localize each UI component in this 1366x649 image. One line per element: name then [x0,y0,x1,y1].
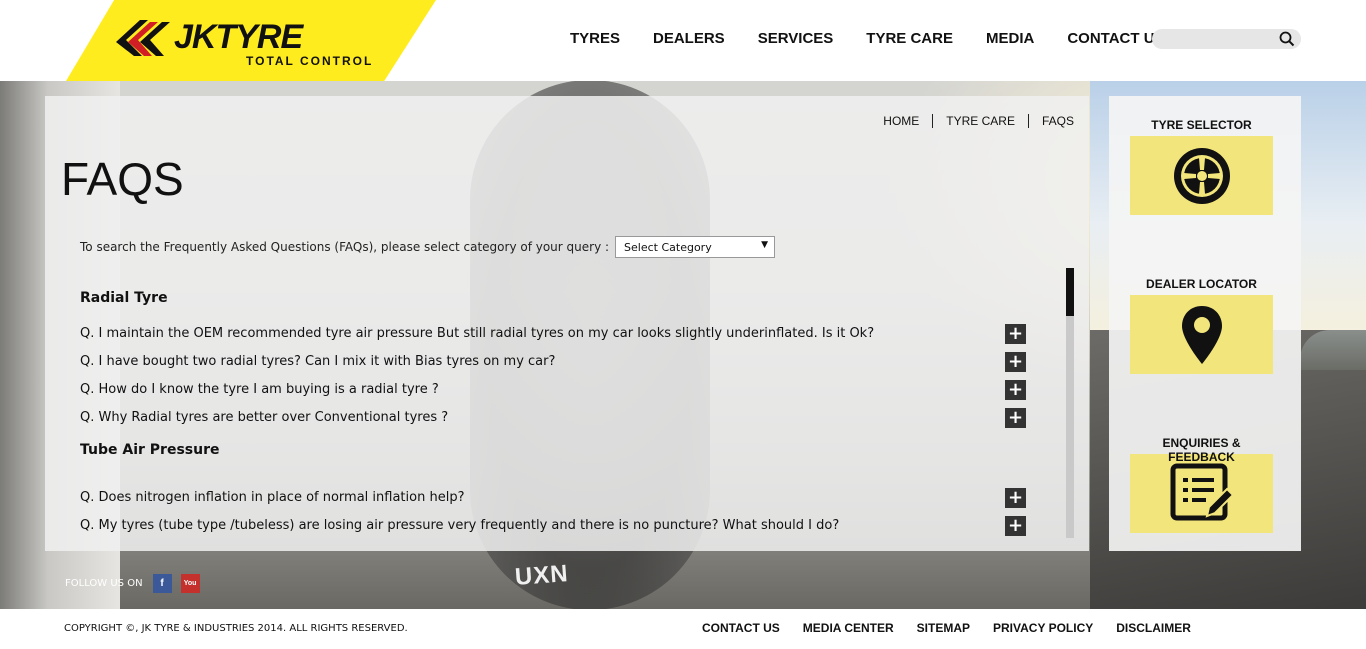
logo[interactable]: JKTYRE TOTAL CONTROL [66,0,436,81]
quick-links-panel: TYRE SELECTOR DEALER LOCATOR ENQUIRIES &… [1109,96,1301,551]
footer-link-privacy-policy[interactable]: PRIVACY POLICY [993,621,1093,635]
nav-item-contact-us[interactable]: CONTACT US [1067,30,1164,47]
search-input[interactable] [1162,31,1274,47]
faq-question-text: Q. Why Radial tyres are better over Conv… [80,410,449,425]
dropdown-arrow-icon: ▼ [761,240,769,250]
footer-link-sitemap[interactable]: SITEMAP [917,621,970,635]
breadcrumb-home[interactable]: HOME [870,114,934,128]
category-select[interactable]: Select Category ▼ [615,236,776,258]
scrollbar-thumb[interactable] [1066,268,1074,316]
faq-category-search: To search the Frequently Asked Questions… [80,236,776,258]
search-box [1152,29,1301,49]
copyright-text: COPYRIGHT ©, JK TYRE & INDUSTRIES 2014. … [64,623,408,634]
faq-question[interactable]: Q. How do I know the tyre I am buying is… [80,376,1030,404]
faq-question-text: Q. My tyres (tube type /tubeless) are lo… [80,518,840,533]
footer-link-contact-us[interactable]: CONTACT US [702,621,780,635]
footer-link-disclaimer[interactable]: DISCLAIMER [1116,621,1191,635]
faq-list: Radial Tyre Q. I maintain the OEM recomm… [80,280,1030,540]
nav-item-dealers[interactable]: DEALERS [653,30,725,47]
faq-panel: HOME TYRE CARE FAQS FAQS To search the F… [45,96,1089,551]
faq-question-text: Q. Does nitrogen inflation in place of n… [80,490,465,505]
tyre-selector-title: TYRE SELECTOR [1151,118,1252,132]
nav-item-tyres[interactable]: TYRES [570,30,620,47]
main-nav: TYRES DEALERS SERVICES TYRE CARE MEDIA C… [570,30,1198,47]
breadcrumb-faqs[interactable]: FAQS [1029,114,1074,128]
expand-plus-icon[interactable]: + [1005,352,1026,372]
enquiries-feedback-title: ENQUIRIES & FEEDBACK [1162,436,1241,464]
expand-plus-icon[interactable]: + [1005,324,1026,344]
follow-us: FOLLOW US ON f You [65,574,200,593]
site-footer: COPYRIGHT ©, JK TYRE & INDUSTRIES 2014. … [0,609,1366,649]
faq-question[interactable]: Q. Why Radial tyres are better over Conv… [80,404,1030,432]
nav-item-tyre-care[interactable]: TYRE CARE [866,30,953,47]
location-pin-icon [1181,305,1222,364]
dealer-locator-title: DEALER LOCATOR [1146,277,1257,291]
jk-logo-mark-icon [116,20,170,56]
faq-section-title: Tube Air Pressure [80,442,220,458]
youtube-icon[interactable]: You [180,574,200,593]
background-tyre-label: UXN [514,560,570,591]
faq-question[interactable]: Q. I have bought two radial tyres? Can I… [80,348,1030,376]
category-prompt: To search the Frequently Asked Questions… [80,240,610,254]
faq-scrollbar[interactable] [1066,268,1074,538]
footer-links: CONTACT US MEDIA CENTER SITEMAP PRIVACY … [702,621,1214,635]
faq-section-title: Radial Tyre [80,290,168,306]
facebook-icon[interactable]: f [152,574,172,593]
expand-plus-icon[interactable]: + [1005,516,1026,536]
feedback-form-icon [1170,463,1234,520]
tyre-selector-widget[interactable]: TYRE SELECTOR [1130,118,1273,215]
nav-item-media[interactable]: MEDIA [986,30,1034,47]
expand-plus-icon[interactable]: + [1005,408,1026,428]
search-icon[interactable] [1279,31,1295,47]
faq-question[interactable]: Q. I maintain the OEM recommended tyre a… [80,320,1030,348]
tyre-selector-button[interactable] [1130,136,1273,215]
dealer-locator-button[interactable] [1130,295,1273,374]
enquiries-feedback-widget[interactable]: ENQUIRIES & FEEDBACK [1130,436,1273,533]
logo-text: JKTYRE [174,18,303,56]
faq-question-text: Q. How do I know the tyre I am buying is… [80,382,439,397]
enquiries-feedback-button[interactable] [1130,454,1273,533]
faq-question[interactable]: Q. Does nitrogen inflation in place of n… [80,484,1030,512]
site-header: JKTYRE TOTAL CONTROL TYRES DEALERS SERVI… [0,0,1366,81]
faq-question-text: Q. I maintain the OEM recommended tyre a… [80,326,875,341]
page-title: FAQS [61,153,184,205]
category-select-value: Select Category [624,241,712,254]
nav-item-services[interactable]: SERVICES [758,30,834,47]
breadcrumb-tyre-care[interactable]: TYRE CARE [933,114,1029,128]
faq-question-text: Q. I have bought two radial tyres? Can I… [80,354,556,369]
breadcrumb: HOME TYRE CARE FAQS [870,114,1074,128]
dealer-locator-widget[interactable]: DEALER LOCATOR [1130,277,1273,374]
expand-plus-icon[interactable]: + [1005,488,1026,508]
faq-question[interactable]: Q. My tyres (tube type /tubeless) are lo… [80,512,1030,540]
expand-plus-icon[interactable]: + [1005,380,1026,400]
logo-tagline: TOTAL CONTROL [246,54,374,68]
follow-us-label: FOLLOW US ON [65,578,143,589]
background-hills [1300,330,1366,370]
tyre-icon [1173,147,1230,204]
footer-link-media-center[interactable]: MEDIA CENTER [803,621,894,635]
